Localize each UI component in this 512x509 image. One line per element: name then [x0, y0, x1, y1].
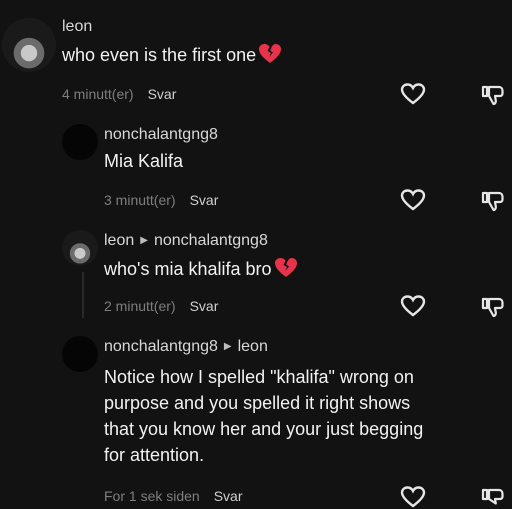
timestamp: 4 minutt(er)	[62, 86, 134, 102]
reply-button[interactable]: Svar	[190, 192, 219, 208]
avatar[interactable]	[2, 18, 56, 72]
username-text[interactable]: nonchalantgng8	[104, 126, 218, 143]
comment-text-content: who even is the first one	[62, 45, 257, 65]
comment-text-line: that you know her and your just begging	[104, 419, 424, 439]
comment-text: Mia Kalifa	[104, 148, 183, 174]
username-text[interactable]: leon	[104, 232, 134, 249]
username[interactable]: nonchalantgng8	[104, 126, 218, 144]
reply-to-username[interactable]: leon	[238, 338, 268, 355]
thumbs-down-icon[interactable]	[480, 188, 506, 214]
timestamp: For 1 sek siden	[104, 488, 200, 504]
comment-text-line: Notice how I spelled "khalifa" wrong on	[104, 367, 414, 387]
username-text[interactable]: leon	[62, 18, 92, 35]
heart-outline-icon[interactable]	[400, 82, 426, 106]
heart-outline-icon[interactable]	[400, 188, 426, 212]
heart-outline-icon[interactable]	[400, 294, 426, 318]
comment-2: nonchalantgng8 Mia Kalifa 3 minutt(er) Sv…	[0, 110, 512, 218]
username[interactable]: leon	[62, 18, 92, 36]
comment-meta: For 1 sek siden Svar	[104, 488, 243, 504]
timestamp: 2 minutt(er)	[104, 298, 176, 314]
username[interactable]: leon ▶ nonchalantgng8	[104, 232, 268, 250]
reply-arrow-icon: ▶	[223, 341, 232, 352]
reply-to-username[interactable]: nonchalantgng8	[154, 232, 268, 249]
reply-arrow-icon: ▶	[140, 235, 148, 246]
reply-button[interactable]: Svar	[214, 488, 243, 504]
thumbs-down-icon[interactable]	[480, 294, 506, 320]
comment-meta: 2 minutt(er) Svar	[104, 298, 218, 314]
comment-4: nonchalantgng8 ▶ leon Notice how I spelled…	[0, 328, 512, 508]
reply-button[interactable]: Svar	[190, 298, 219, 314]
avatar[interactable]	[62, 124, 98, 160]
thumbs-down-icon[interactable]	[480, 82, 506, 108]
comment-meta: 4 minutt(er) Svar	[62, 86, 176, 102]
comment-text-content: Mia Kalifa	[104, 151, 184, 171]
thumbs-down-icon[interactable]	[480, 485, 506, 505]
avatar[interactable]	[62, 230, 98, 266]
username[interactable]: nonchalantgng8 ▶ leon	[104, 338, 268, 356]
comment-text-content: who's mia khalifa bro	[104, 259, 272, 279]
reply-button[interactable]: Svar	[148, 86, 177, 102]
username-text[interactable]: nonchalantgng8	[104, 338, 218, 355]
timestamp: 3 minutt(er)	[104, 192, 176, 208]
broken-heart-emoji	[274, 258, 297, 278]
avatar[interactable]	[62, 336, 98, 372]
comment-3: leon ▶ nonchalantgng8 who's mia khalifa br…	[0, 218, 512, 328]
broken-heart-emoji	[259, 44, 282, 64]
comment-text: who even is the first one	[62, 42, 282, 68]
thread-line	[82, 272, 84, 318]
comment-text-line: for attention.	[104, 445, 205, 465]
comment-1: leon who even is the first one 4 minutt(…	[0, 0, 512, 110]
comment-text: Notice how I spelled "khalifa" wrong on …	[104, 364, 423, 468]
heart-outline-icon[interactable]	[400, 485, 426, 509]
comment-text-line: purpose and you spelled it right shows	[104, 393, 411, 413]
comment-text: who's mia khalifa bro	[104, 256, 298, 282]
comment-meta: 3 minutt(er) Svar	[104, 192, 218, 208]
